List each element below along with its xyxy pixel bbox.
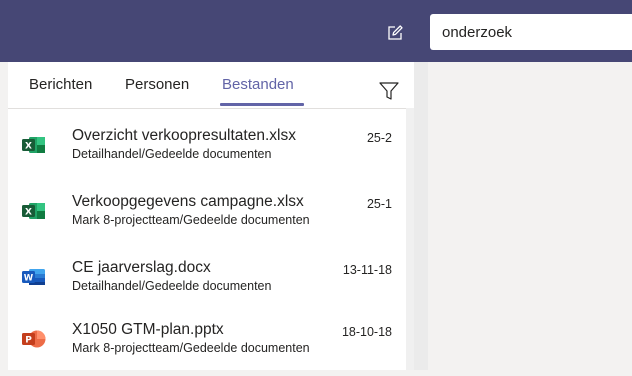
- file-name: X1050 GTM-plan.pptx: [72, 321, 224, 338]
- file-item-0[interactable]: X Overzicht verkoopresultaten.xlsx Detai…: [8, 120, 406, 182]
- svg-text:P: P: [25, 335, 32, 345]
- tab-files[interactable]: Bestanden: [222, 76, 294, 93]
- file-path: Mark 8-projectteam/Gedeelde documenten: [72, 341, 310, 355]
- word-file-icon: W: [22, 269, 45, 285]
- excel-file-icon: X: [22, 137, 45, 153]
- file-name: CE jaarverslag.docx: [72, 259, 211, 276]
- file-item-3[interactable]: P X1050 GTM-plan.pptx Mark 8-projectteam…: [8, 314, 406, 376]
- file-path: Mark 8-projectteam/Gedeelde documenten: [72, 213, 310, 227]
- file-date: 13-11-18: [342, 263, 392, 277]
- tab-messages[interactable]: Berichten: [29, 76, 92, 93]
- search-input[interactable]: [430, 14, 632, 50]
- file-item-1[interactable]: X Verkoopgegevens campagne.xlsx Mark 8-p…: [8, 186, 406, 248]
- file-date: 25-2: [366, 131, 392, 145]
- powerpoint-file-icon: P: [22, 330, 46, 348]
- panel-separator: [414, 62, 428, 370]
- compose-icon[interactable]: [386, 24, 404, 42]
- svg-text:X: X: [25, 207, 32, 217]
- excel-file-icon: X: [22, 203, 45, 219]
- filter-icon[interactable]: [378, 80, 400, 102]
- file-date: 18-10-18: [341, 325, 392, 339]
- file-path: Detailhandel/Gedeelde documenten: [72, 147, 272, 161]
- svg-text:W: W: [24, 273, 34, 283]
- active-tab-indicator: [220, 103, 304, 106]
- tab-bar: Berichten Personen Bestanden: [8, 62, 406, 109]
- file-date: 25-1: [366, 197, 392, 211]
- top-bar: [0, 0, 632, 62]
- file-name: Overzicht verkoopresultaten.xlsx: [72, 127, 296, 144]
- file-item-2[interactable]: W CE jaarverslag.docx Detailhandel/Gedee…: [8, 252, 406, 314]
- file-path: Detailhandel/Gedeelde documenten: [72, 279, 272, 293]
- tab-people[interactable]: Personen: [125, 76, 189, 93]
- search-results-panel: Berichten Personen Bestanden X Overzicht…: [8, 62, 414, 370]
- file-name: Verkoopgegevens campagne.xlsx: [72, 193, 304, 210]
- svg-text:X: X: [25, 141, 32, 151]
- scrollbar[interactable]: [406, 108, 414, 370]
